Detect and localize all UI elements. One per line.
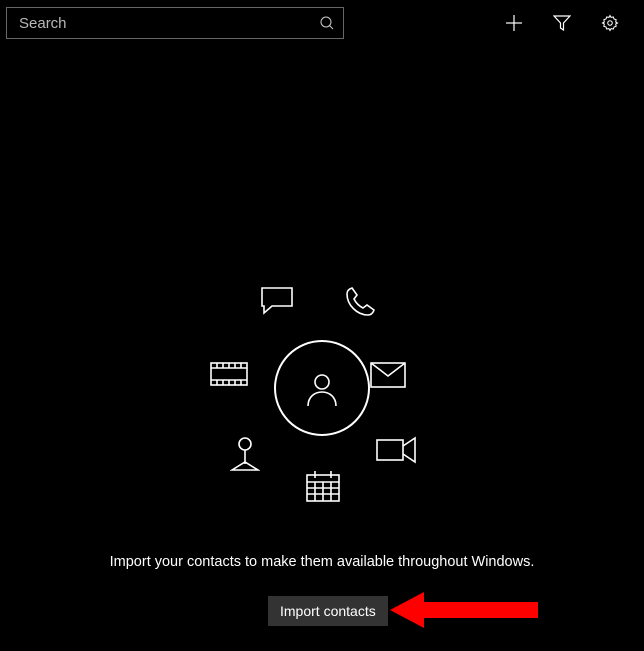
add-button[interactable] — [490, 7, 538, 39]
chat-icon — [260, 286, 294, 316]
filmstrip-icon — [210, 362, 248, 386]
settings-button[interactable] — [586, 7, 634, 39]
map-pin-icon — [230, 436, 260, 472]
filter-button[interactable] — [538, 7, 586, 39]
calendar-icon — [306, 470, 340, 502]
phone-icon — [344, 286, 376, 318]
search-icon[interactable] — [319, 15, 335, 31]
person-icon — [302, 368, 342, 408]
annotation-arrow — [390, 582, 540, 642]
mail-icon — [370, 362, 406, 388]
video-icon — [376, 436, 416, 464]
hint-text: Import your contacts to make them availa… — [0, 554, 644, 570]
import-contacts-button[interactable]: Import contacts — [268, 596, 388, 626]
top-bar — [0, 0, 644, 40]
empty-state-graphic — [0, 272, 644, 522]
search-input[interactable] — [17, 14, 319, 33]
search-box[interactable] — [6, 7, 344, 39]
person-circle — [274, 340, 370, 436]
